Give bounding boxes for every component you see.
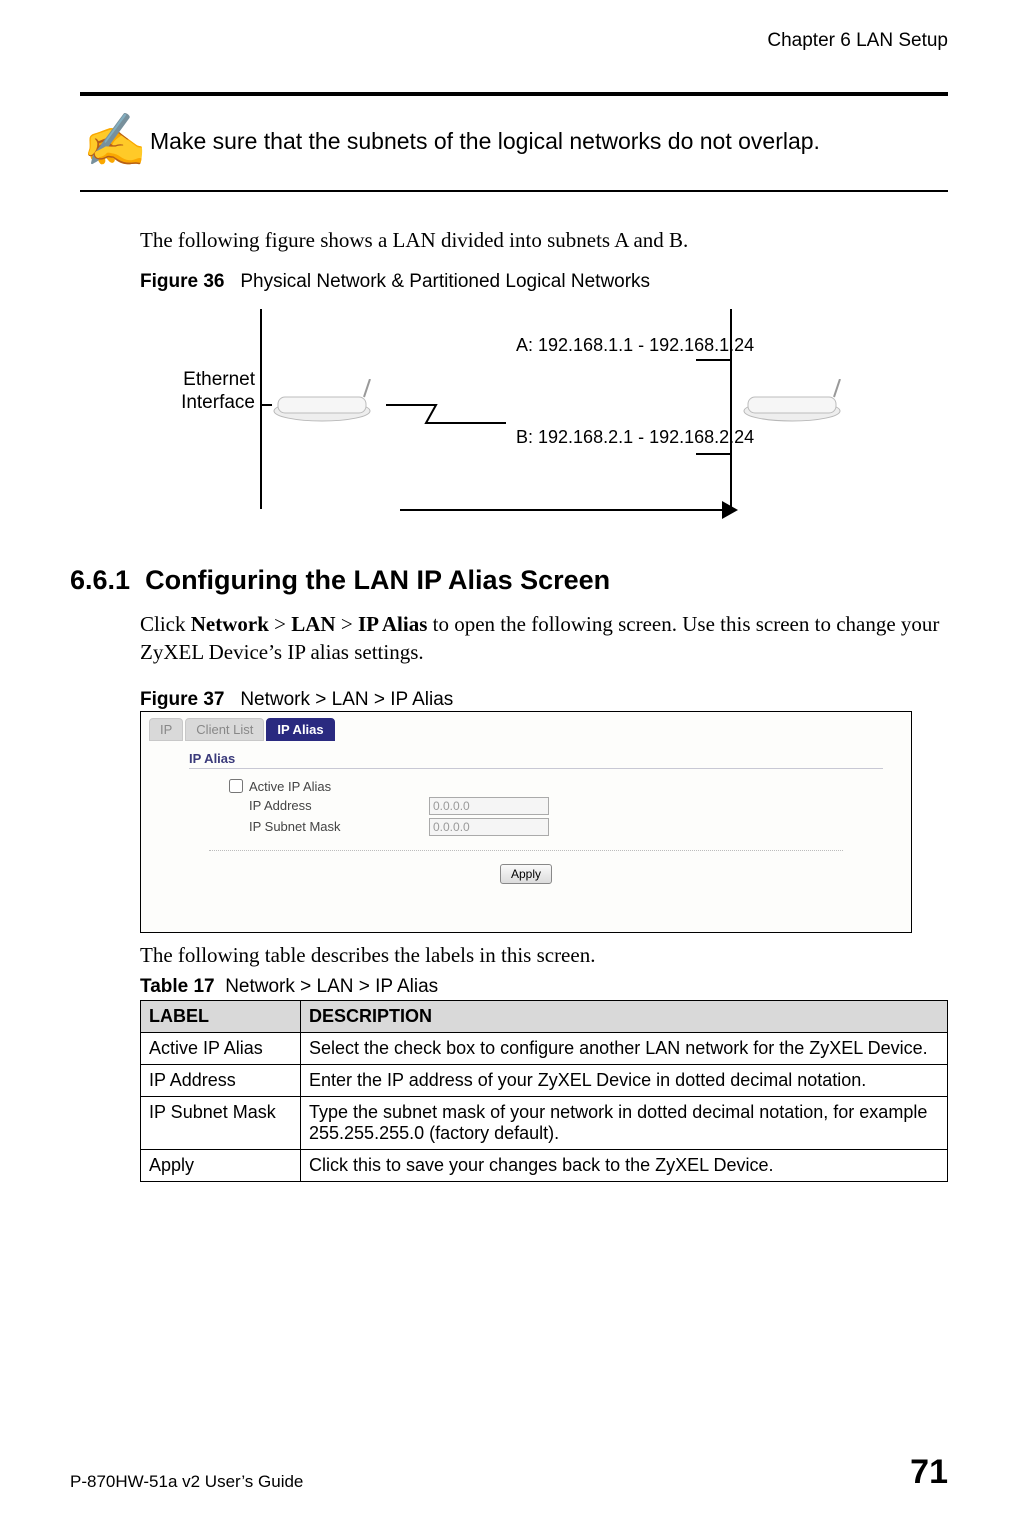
zigzag-connector-icon (386, 397, 506, 431)
table-row: IP Address Enter the IP address of your … (141, 1064, 948, 1096)
active-ip-alias-label: Active IP Alias (249, 779, 429, 794)
table-header-description: DESCRIPTION (301, 1000, 948, 1032)
table-row: Active IP Alias Select the check box to … (141, 1032, 948, 1064)
figure37-title: Network > LAN > IP Alias (240, 689, 453, 710)
note-text: Make sure that the subnets of the logica… (150, 127, 820, 157)
router-icon (272, 379, 378, 425)
figure37-caption: Figure 37 Network > LAN > IP Alias (140, 689, 948, 711)
intro-paragraph: The following figure shows a LAN divided… (140, 228, 948, 253)
ip-address-label: IP Address (249, 798, 429, 813)
ip-subnet-mask-input[interactable] (429, 818, 549, 836)
table17: LABEL DESCRIPTION Active IP Alias Select… (140, 1000, 948, 1182)
figure36-label: Figure 36 (140, 271, 224, 292)
table17-caption: Table 17 Network > LAN > IP Alias (140, 976, 948, 998)
tab-client-list[interactable]: Client List (185, 718, 264, 741)
table-header-label: LABEL (141, 1000, 301, 1032)
page-footer: P-870HW-51a v2 User’s Guide 71 (70, 1453, 948, 1492)
tab-bar: IP Client List IP Alias (149, 718, 903, 741)
section-heading: 6.6.1 Configuring the LAN IP Alias Scree… (70, 565, 948, 596)
table-intro-text: The following table describes the labels… (140, 943, 948, 968)
footer-page-number: 71 (910, 1453, 948, 1492)
table-row: Apply Click this to save your changes ba… (141, 1149, 948, 1181)
handwriting-icon: ✍ (80, 116, 150, 168)
panel-title: IP Alias (189, 751, 903, 766)
figure36-title: Physical Network & Partitioned Logical N… (240, 271, 650, 292)
tab-ip-alias[interactable]: IP Alias (266, 718, 334, 741)
ip-subnet-mask-label: IP Subnet Mask (249, 819, 429, 834)
subnet-b-label: B: 192.168.2.1 - 192.168.2.24 (516, 427, 754, 448)
ethernet-interface-label: Ethernet Interface (170, 369, 255, 415)
chapter-header: Chapter 6 LAN Setup (70, 30, 948, 52)
arrow-head-icon (722, 501, 738, 519)
figure36-caption: Figure 36 Physical Network & Partitioned… (140, 271, 948, 293)
figure36-diagram: Ethernet Interface A: 192.168.1.1 - 192.… (170, 309, 920, 529)
tab-ip[interactable]: IP (149, 718, 183, 741)
apply-button[interactable]: Apply (500, 864, 552, 884)
figure37-label: Figure 37 (140, 689, 224, 710)
active-ip-alias-checkbox[interactable] (229, 779, 243, 793)
instruction-paragraph: Click Network > LAN > IP Alias to open t… (140, 610, 948, 667)
ip-address-input[interactable] (429, 797, 549, 815)
subnet-a-label: A: 192.168.1.1 - 192.168.1.24 (516, 335, 754, 356)
router-icon (742, 379, 848, 425)
table-row: IP Subnet Mask Type the subnet mask of y… (141, 1096, 948, 1149)
note-callout: ✍ Make sure that the subnets of the logi… (80, 92, 948, 192)
footer-guide-name: P-870HW-51a v2 User’s Guide (70, 1472, 303, 1492)
arrow-line (400, 509, 728, 511)
figure37-screenshot: IP Client List IP Alias IP Alias Active … (140, 711, 912, 933)
